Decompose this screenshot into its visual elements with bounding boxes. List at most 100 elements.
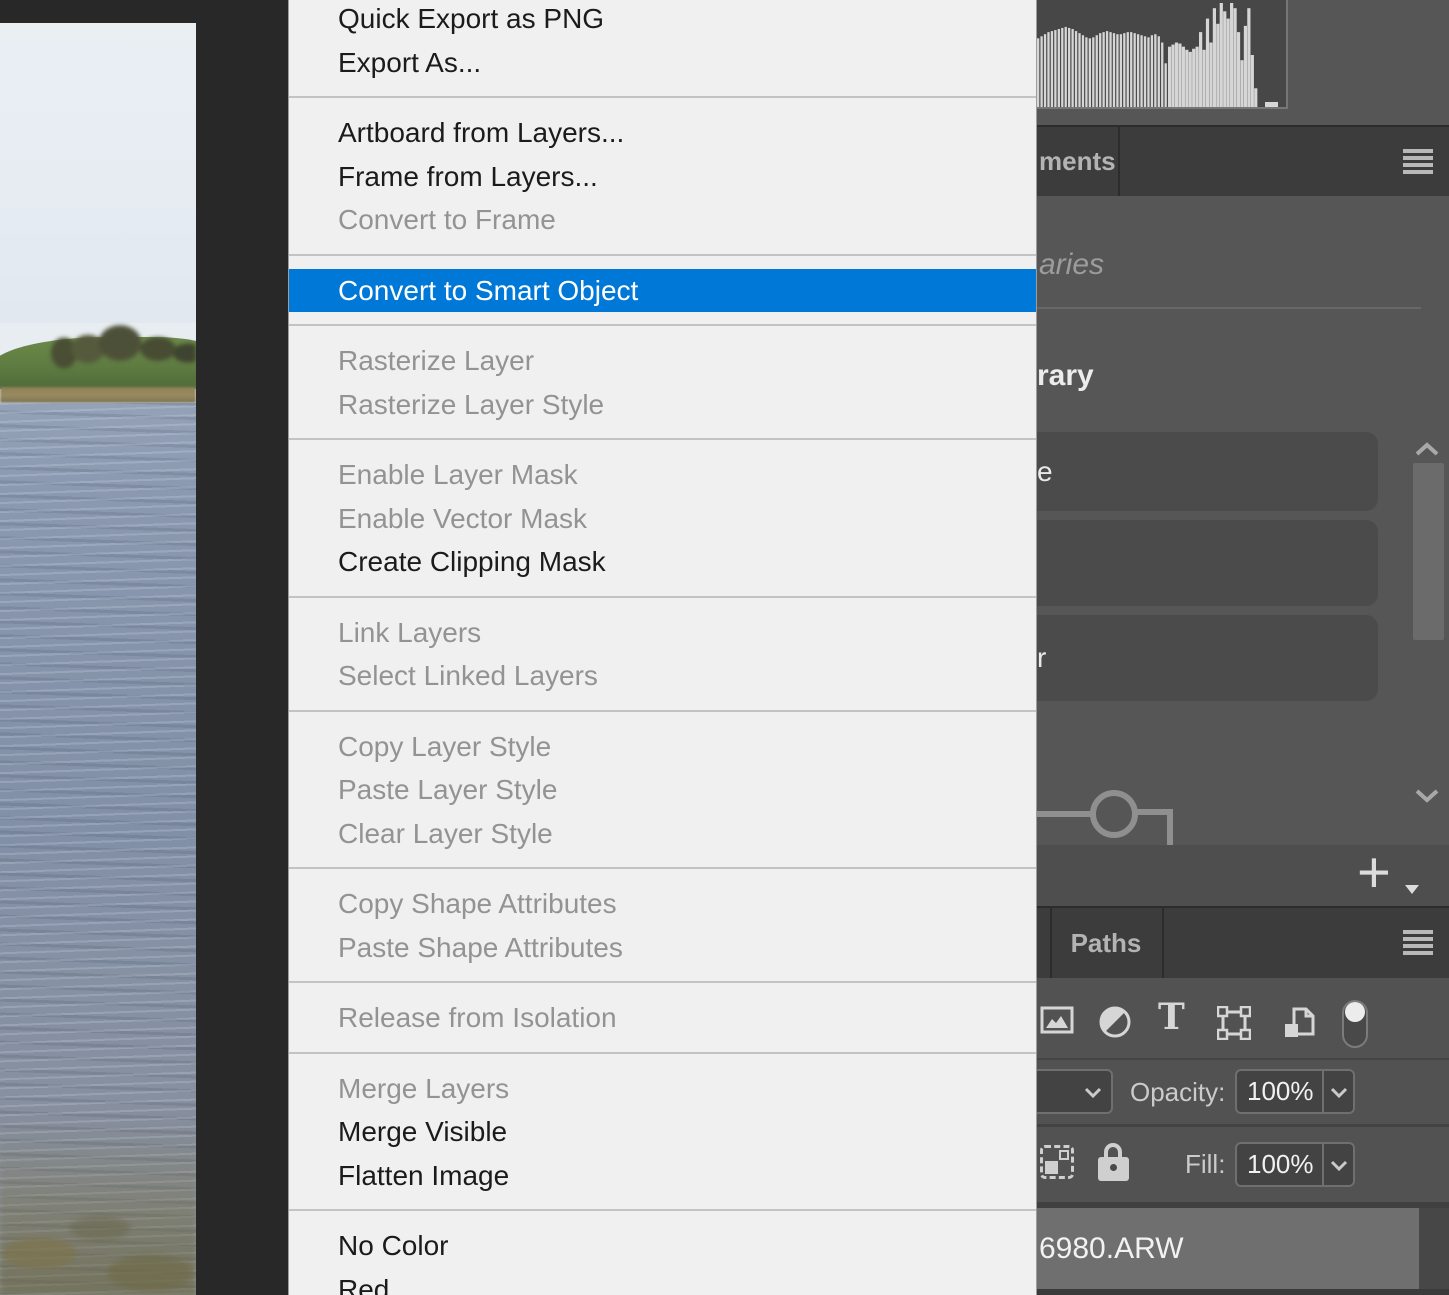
plus-dropdown-caret-icon	[1405, 885, 1419, 894]
libraries-search-underline	[1037, 307, 1421, 309]
photo-sky	[0, 23, 196, 323]
pixel-layer-filter-icon[interactable]	[1040, 1006, 1074, 1034]
menu-item-artboard-from-layers[interactable]: Artboard from Layers...	[289, 111, 1036, 155]
chevron-down-icon	[1084, 1086, 1102, 1098]
menu-item-flatten-image[interactable]: Flatten Image	[289, 1154, 1036, 1198]
photo-shoreline	[0, 291, 196, 403]
panel-menu-icon[interactable]	[1403, 930, 1433, 955]
lock-fill-row: Fill: 100%	[1037, 1127, 1449, 1202]
type-layer-filter-icon[interactable]: T	[1158, 996, 1185, 1038]
menu-separator	[289, 254, 1036, 256]
menu-item-frame-from-layers[interactable]: Frame from Layers...	[289, 155, 1036, 199]
menu-item-no-color[interactable]: No Color	[289, 1224, 1036, 1268]
menu-item-export-as[interactable]: Export As...	[289, 41, 1036, 85]
shape-layer-filter-icon[interactable]	[1217, 1006, 1251, 1040]
photo-shallow-stones	[0, 1113, 196, 1295]
library-card[interactable]	[1037, 520, 1378, 606]
layer-name[interactable]: 6980.ARW	[1039, 1208, 1184, 1289]
library-card[interactable]: r	[1037, 615, 1378, 701]
adjustment-layer-filter-icon[interactable]	[1099, 1006, 1131, 1038]
menu-separator	[289, 596, 1036, 598]
selected-layer[interactable]: 6980.ARW	[1037, 1208, 1419, 1289]
plus-icon: +	[1357, 839, 1391, 906]
lock-keyhole	[1110, 1164, 1117, 1171]
libraries-search-text[interactable]: aries	[1039, 248, 1104, 282]
menu-separator	[289, 1052, 1036, 1054]
menu-item-paste-shape-attributes[interactable]: Paste Shape Attributes	[289, 926, 1036, 970]
eyeglasses-illustration-icon	[1037, 784, 1197, 848]
opacity-input[interactable]: 100%	[1235, 1069, 1355, 1114]
opacity-label: Opacity:	[1130, 1060, 1225, 1124]
layer-filtering-toggle[interactable]	[1342, 1000, 1368, 1048]
chevron-down-icon[interactable]	[1330, 1159, 1348, 1171]
fill-label: Fill:	[1185, 1127, 1225, 1202]
menu-separator	[289, 710, 1036, 712]
menu-item-merge-layers[interactable]: Merge Layers	[289, 1067, 1036, 1111]
scroll-up-icon[interactable]	[1414, 441, 1440, 457]
menu-item-clear-layer-style[interactable]: Clear Layer Style	[289, 812, 1036, 856]
histogram-panel	[1037, 0, 1288, 109]
lock-all-icon[interactable]	[1097, 1141, 1131, 1189]
add-library-item-button[interactable]: +	[1357, 845, 1427, 903]
menu-separator	[289, 96, 1036, 98]
menu-separator	[289, 324, 1036, 326]
panel-column: ments aries rary e r	[1037, 0, 1449, 1295]
libraries-panel: aries rary e r	[1037, 196, 1449, 845]
panel-bottom-strip	[1037, 1289, 1449, 1295]
opacity-value[interactable]: 100%	[1247, 1071, 1314, 1112]
tab-divider	[1162, 908, 1164, 978]
document-canvas-photo[interactable]	[0, 23, 196, 1295]
tab-divider	[1118, 127, 1120, 196]
menu-item-copy-shape-attributes[interactable]: Copy Shape Attributes	[289, 882, 1036, 926]
menu-item-enable-layer-mask[interactable]: Enable Layer Mask	[289, 453, 1036, 497]
tab-paths[interactable]: Paths	[1050, 908, 1162, 978]
scrollbar-thumb[interactable]	[1413, 463, 1444, 640]
fill-input[interactable]: 100%	[1235, 1142, 1355, 1187]
field-divider	[1322, 1144, 1324, 1185]
blend-opacity-row: Opacity: 100%	[1037, 1060, 1449, 1124]
menu-item-red[interactable]: Red	[289, 1268, 1036, 1295]
library-card[interactable]: e	[1037, 432, 1378, 511]
layers-filter-row: T	[1037, 978, 1449, 1060]
adjustments-tab-bar: ments	[1037, 125, 1449, 196]
layer-row[interactable]: 6980.ARW	[1037, 1208, 1449, 1289]
menu-item-create-clipping-mask[interactable]: Create Clipping Mask	[289, 540, 1036, 584]
libraries-footer-bar: +	[1037, 845, 1449, 906]
histogram-chart	[1037, 0, 1286, 107]
menu-item-link-layers[interactable]: Link Layers	[289, 611, 1036, 655]
fill-value[interactable]: 100%	[1247, 1144, 1314, 1185]
checker-square	[1045, 1161, 1058, 1174]
menu-item-rasterize-layer[interactable]: Rasterize Layer	[289, 339, 1036, 383]
chevron-down-icon[interactable]	[1330, 1086, 1348, 1098]
panel-menu-icon[interactable]	[1403, 149, 1433, 174]
lock-transparent-pixels-icon[interactable]	[1040, 1145, 1074, 1179]
canvas-pasteboard	[0, 0, 288, 1295]
smart-object-filter-icon[interactable]	[1282, 1006, 1316, 1040]
field-divider	[1322, 1071, 1324, 1112]
photoshop-window: Quick Export as PNGExport As... Artboard …	[0, 0, 1449, 1295]
menu-item-paste-layer-style[interactable]: Paste Layer Style	[289, 768, 1036, 812]
menu-item-select-linked-layers[interactable]: Select Linked Layers	[289, 654, 1036, 698]
paths-tab-bar: Paths	[1037, 906, 1449, 978]
menu-item-convert-to-frame[interactable]: Convert to Frame	[289, 198, 1036, 242]
menu-separator	[289, 867, 1036, 869]
menu-separator	[289, 981, 1036, 983]
tab-adjustments[interactable]: ments	[1039, 127, 1116, 196]
menu-item-merge-visible[interactable]: Merge Visible	[289, 1110, 1036, 1154]
menu-separator	[289, 438, 1036, 440]
library-card-label: r	[1037, 642, 1046, 674]
libraries-heading: rary	[1037, 359, 1094, 393]
context-menu-list: Quick Export as PNGExport As... Artboard …	[289, 0, 1036, 1295]
scroll-down-icon[interactable]	[1414, 788, 1440, 804]
menu-item-copy-layer-style[interactable]: Copy Layer Style	[289, 725, 1036, 769]
menu-item-rasterize-layer-style[interactable]: Rasterize Layer Style	[289, 383, 1036, 427]
menu-item-quick-export-as-png[interactable]: Quick Export as PNG	[289, 0, 1036, 41]
layer-row-edge	[1419, 1208, 1449, 1289]
menu-item-convert-to-smart-object[interactable]: Convert to Smart Object	[289, 269, 1036, 313]
layer-context-menu: Quick Export as PNGExport As... Artboard …	[288, 0, 1037, 1295]
menu-item-enable-vector-mask[interactable]: Enable Vector Mask	[289, 497, 1036, 541]
menu-item-release-from-isolation[interactable]: Release from Isolation	[289, 996, 1036, 1040]
menu-separator	[289, 1209, 1036, 1211]
blend-mode-dropdown[interactable]	[1037, 1069, 1113, 1114]
checker-square	[1059, 1150, 1069, 1160]
